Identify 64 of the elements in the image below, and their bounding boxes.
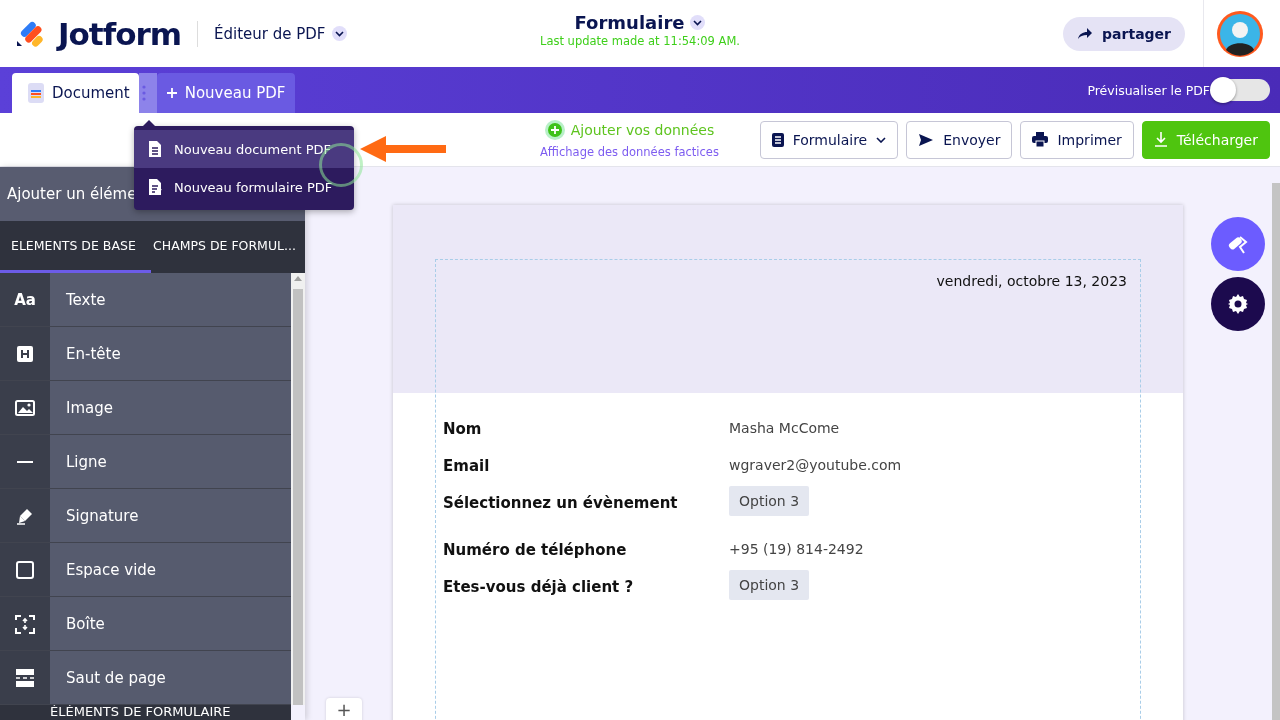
scrollbar[interactable]	[1272, 183, 1280, 720]
panel-tab[interactable]: CHAMPS DE FORMUL...	[151, 221, 296, 273]
share-arrow-icon	[1077, 27, 1094, 40]
plus-icon	[166, 88, 177, 98]
field-label: Nom	[443, 420, 483, 440]
print-button[interactable]: Imprimer	[1020, 120, 1134, 159]
paint-roller-button[interactable]	[1211, 217, 1265, 271]
field-value: +95 (19) 814-2492	[729, 541, 864, 557]
field-value: Masha McCome	[729, 420, 840, 436]
tab[interactable]: Nouveau PDF	[156, 73, 296, 113]
jotform-logo: Jotform	[58, 15, 182, 52]
printer-icon	[1032, 132, 1049, 147]
element-item[interactable]: Aa Texte	[0, 273, 291, 327]
drag-handle-icon	[138, 73, 157, 113]
dashed-box-icon	[15, 613, 35, 634]
arrow-icon	[360, 134, 448, 164]
element-item[interactable]: Signature	[0, 489, 291, 543]
last-update-text: Last update made at 11:54:09 AM.	[540, 34, 740, 48]
add-page-button[interactable]: +	[326, 698, 362, 720]
image-icon	[15, 399, 35, 416]
form-button[interactable]: Formulaire	[759, 120, 899, 159]
avatar[interactable]	[1216, 9, 1264, 58]
option-chip: Option 3	[729, 570, 810, 600]
field-label: Sélectionnez un évènement	[443, 494, 679, 514]
preview-label: Prévisualiser le PDF	[1087, 82, 1210, 98]
field-label: Etes-vous déjà client ?	[443, 578, 635, 598]
element-item[interactable]: Boîte	[0, 597, 291, 651]
plus-circle-icon	[544, 120, 565, 140]
document-icon	[148, 140, 162, 158]
chevron-down-icon	[693, 19, 703, 26]
page-break-icon	[15, 668, 35, 687]
text-glyph-icon: Aa	[14, 290, 36, 309]
element-item[interactable]: En-tête	[0, 327, 291, 381]
share-button[interactable]: partager	[1063, 16, 1185, 51]
field-label: Email	[443, 457, 491, 477]
send-icon	[918, 132, 935, 147]
scroll-up-icon	[294, 276, 302, 281]
form-icon	[148, 178, 162, 196]
editor-menu[interactable]: Éditeur de PDF	[214, 24, 347, 43]
chevron-down-icon	[334, 30, 344, 37]
preview-toggle[interactable]	[1212, 79, 1270, 101]
square-icon	[16, 560, 34, 579]
element-item[interactable]: Espace vide	[0, 543, 291, 597]
tab[interactable]: Document	[12, 73, 139, 113]
element-item[interactable]: Saut de page	[0, 651, 291, 705]
menu-item[interactable]: Nouveau document PDF	[134, 130, 354, 168]
scrollbar[interactable]	[291, 273, 305, 705]
element-item[interactable]: Image	[0, 381, 291, 435]
field-label: Numéro de téléphone	[443, 541, 628, 561]
document-icon	[28, 83, 44, 103]
date-text: vendredi, octobre 13, 2023	[935, 272, 1128, 289]
element-item[interactable]: Ligne	[0, 435, 291, 489]
form-title[interactable]: Formulaire	[574, 12, 685, 33]
field-value: wgraver2@youtube.com	[729, 457, 902, 473]
pen-icon	[16, 506, 34, 525]
chevron-down-icon	[876, 136, 887, 143]
settings-button[interactable]	[1211, 277, 1265, 331]
download-icon	[1153, 132, 1168, 147]
settings-icon	[1227, 293, 1249, 315]
send-button[interactable]: Envoyer	[906, 120, 1013, 159]
form-icon	[771, 132, 784, 147]
option-chip: Option 3	[729, 486, 810, 516]
dummy-data-link[interactable]: Affichage des données factices	[540, 145, 719, 159]
heading-icon	[16, 344, 34, 363]
